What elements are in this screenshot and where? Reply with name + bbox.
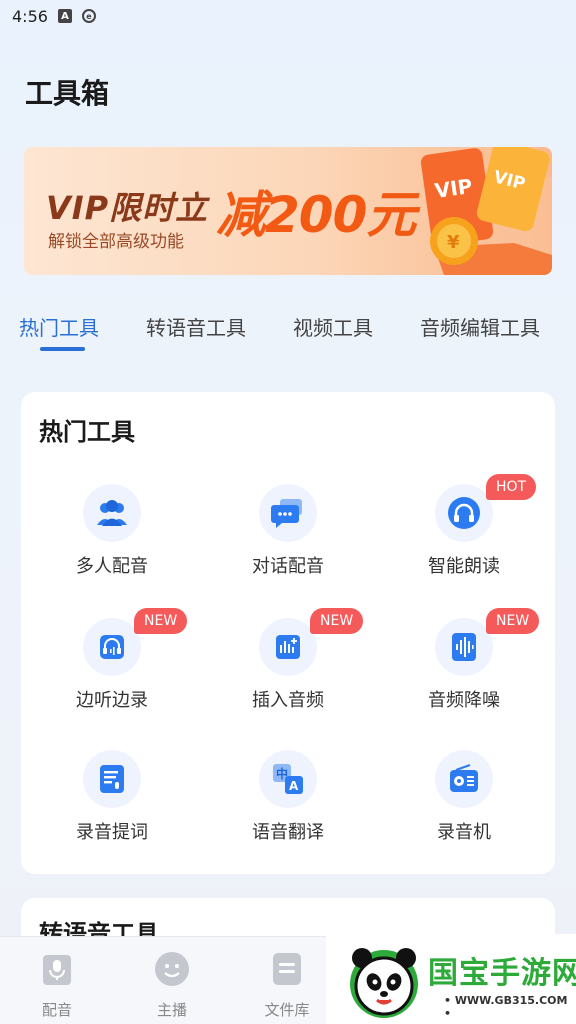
translate-icon: 中 A [273, 764, 303, 794]
headset-record-icon [100, 635, 124, 659]
tool-dialogue-dubbing[interactable]: 对话配音 [218, 484, 358, 594]
tool-icon-bg [435, 484, 493, 542]
tool-noise-reduction[interactable]: NEW 音频降噪 [394, 608, 540, 728]
tool-label: 边听边录 [76, 690, 148, 711]
tool-icon-bg [83, 618, 141, 676]
tool-icon-bg [435, 750, 493, 808]
panda-logo-icon [350, 948, 418, 1018]
tool-voice-translate[interactable]: 中 A 语音翻译 [218, 750, 358, 860]
insert-audio-icon [276, 635, 300, 659]
nav-item-file-library[interactable]: 文件库 [242, 947, 332, 1019]
mic-icon [43, 955, 71, 985]
new-badge: NEW [486, 608, 540, 634]
e-circle-icon: e [81, 9, 96, 23]
tool-label: 多人配音 [76, 556, 148, 577]
status-bar: 4:56 A e [0, 0, 576, 32]
tool-label: 录音机 [437, 822, 491, 843]
watermark-overlay: 国宝手游网 • WWW.GB315.COM • [326, 934, 576, 1024]
tool-insert-audio[interactable]: NEW 插入音频 [218, 608, 364, 728]
page-title: 工具箱 [25, 77, 110, 110]
nav-item-anchor[interactable]: 主播 [127, 947, 217, 1019]
svg-text:A: A [289, 779, 299, 793]
hot-badge: HOT [486, 474, 537, 500]
noise-reduction-icon [452, 633, 476, 661]
tool-smart-reading[interactable]: HOT 智能朗读 [394, 474, 537, 594]
banner-sub-text: 解锁全部高级功能 [48, 232, 184, 252]
tool-label: 语音翻译 [252, 822, 324, 843]
active-tab-indicator [40, 347, 85, 351]
tab-audio-edit-tools[interactable]: 音频编辑工具 [420, 312, 540, 341]
tool-label: 对话配音 [252, 556, 324, 577]
tool-icon-bg [435, 618, 493, 676]
tab-hot-tools[interactable]: 热门工具 [19, 312, 99, 341]
tool-label: 音频降噪 [428, 690, 500, 711]
face-icon [155, 952, 189, 986]
watermark-text: 国宝手游网 [428, 956, 576, 991]
nav-label: 文件库 [264, 1001, 310, 1019]
tool-label: 智能朗读 [428, 556, 500, 577]
tool-multi-person-dubbing[interactable]: 多人配音 [42, 484, 182, 594]
a-badge-icon: A [57, 9, 72, 23]
hot-tools-card: 热门工具 多人配音 对话配音 HOT 智能朗读 NEW 边听边录 NEW 插入音… [21, 392, 555, 874]
tool-tabs: 热门工具 转语音工具 视频工具 音频编辑工具 [0, 300, 576, 356]
tab-speech-tools[interactable]: 转语音工具 [146, 312, 246, 341]
headphones-icon [448, 497, 480, 529]
tool-listen-record[interactable]: NEW 边听边录 [42, 608, 188, 728]
watermark-url: • WWW.GB315.COM • [444, 994, 568, 1020]
tool-label: 插入音频 [252, 690, 324, 711]
tool-icon-bg [259, 618, 317, 676]
tool-icon-bg [83, 750, 141, 808]
vip-card-illustration: VIP VIP ¥ [420, 147, 552, 275]
svg-text:¥: ¥ [447, 232, 460, 253]
chat-bubbles-icon [271, 499, 302, 528]
radio-recorder-icon [450, 763, 478, 792]
status-time: 4:56 [12, 6, 48, 26]
tool-label: 录音提词 [76, 822, 148, 843]
hot-tools-title: 热门工具 [39, 418, 135, 446]
multi-person-icon [97, 500, 127, 526]
teleprompter-icon [100, 765, 124, 793]
banner-discount-text: 减200元 [216, 186, 416, 244]
nav-label: 配音 [41, 1001, 72, 1019]
tool-icon-bg: 中 A [259, 750, 317, 808]
new-badge: NEW [310, 608, 364, 634]
banner-vip-text: VIP限时立 [46, 189, 209, 227]
tool-teleprompter[interactable]: 录音提词 [42, 750, 182, 860]
vip-banner[interactable]: VIP限时立 解锁全部高级功能 减200元 VIP VIP ¥ [24, 147, 552, 275]
tool-icon-bg [83, 484, 141, 542]
tab-video-tools[interactable]: 视频工具 [293, 312, 373, 341]
tool-recorder[interactable]: 录音机 [394, 750, 534, 860]
file-icon [273, 953, 301, 985]
nav-item-dubbing[interactable]: 配音 [12, 947, 102, 1019]
tool-icon-bg [259, 484, 317, 542]
new-badge: NEW [134, 608, 188, 634]
nav-label: 主播 [156, 1001, 187, 1019]
